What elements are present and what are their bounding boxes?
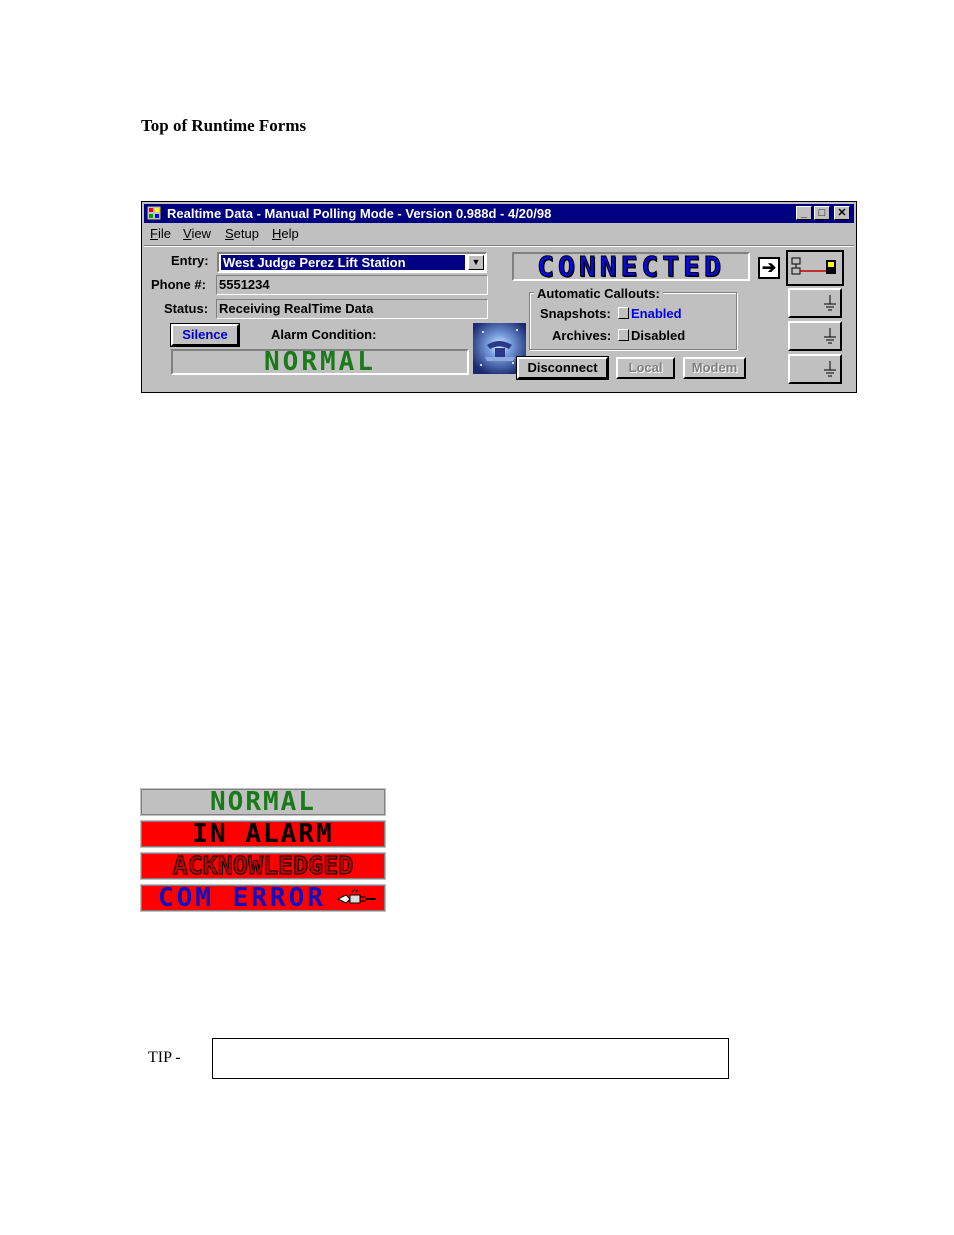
- menu-view-rest: iew: [191, 226, 211, 241]
- maximize-icon: □: [818, 207, 826, 219]
- status-field: Receiving RealTime Data: [216, 299, 488, 319]
- menu-help[interactable]: Help: [272, 226, 299, 241]
- minimize-button[interactable]: _: [796, 206, 812, 220]
- alarm-condition-display: NORMAL: [171, 349, 469, 375]
- banner-in-alarm: IN ALARM: [140, 820, 386, 848]
- menu-setup[interactable]: Setup: [225, 226, 259, 241]
- alarm-condition-label: Alarm Condition:: [271, 327, 377, 342]
- side-panel: [786, 250, 846, 390]
- archives-checkbox[interactable]: [618, 329, 629, 341]
- status-label: Status:: [164, 301, 209, 316]
- arrow-right-button[interactable]: ➔: [758, 257, 780, 279]
- document-heading: Top of Runtime Forms: [141, 116, 307, 135]
- alarm-condition-value: NORMAL: [264, 347, 376, 377]
- ground-icon: [824, 295, 836, 311]
- menu-setup-accel: S: [225, 226, 234, 241]
- modem-button[interactable]: Modem: [683, 357, 746, 379]
- snapshots-label: Snapshots:: [540, 306, 611, 321]
- menu-help-rest: elp: [281, 226, 299, 241]
- snapshots-status: Enabled: [631, 306, 682, 321]
- minimize-icon: _: [800, 207, 808, 219]
- maximize-button[interactable]: □: [814, 206, 830, 220]
- disconnect-button[interactable]: Disconnect: [516, 356, 609, 380]
- banner-normal-text: NORMAL: [210, 789, 316, 815]
- archives-status: Disabled: [631, 328, 686, 343]
- banner-com-error: COM ERROR: [140, 884, 386, 912]
- tip-label: TIP -: [148, 1049, 181, 1066]
- banner-acknowledged: ACKNOWLEDGED: [140, 852, 386, 880]
- phone-label: Phone #:: [151, 277, 206, 292]
- network-icon: [791, 257, 836, 275]
- archives-label: Archives:: [552, 328, 612, 343]
- menu-help-accel: H: [272, 226, 282, 241]
- arrow-right-icon: ➔: [761, 258, 777, 277]
- ground-icon: [824, 328, 836, 344]
- close-icon: ✕: [837, 207, 847, 219]
- tip-box: [212, 1038, 729, 1079]
- local-button[interactable]: Local: [616, 357, 675, 379]
- automatic-callouts-title: Automatic Callouts:: [534, 286, 663, 301]
- snapshots-checkbox[interactable]: [618, 307, 629, 319]
- banner-in-alarm-text: IN ALARM: [192, 821, 334, 847]
- ground-button-3[interactable]: [788, 354, 842, 384]
- banner-com-error-text: COM ERROR: [158, 885, 326, 911]
- menu-file[interactable]: File: [150, 226, 171, 241]
- banner-normal: NORMAL: [140, 788, 386, 816]
- app-icon: [147, 206, 161, 220]
- entry-label: Entry:: [171, 253, 209, 268]
- ground-button-1[interactable]: [788, 288, 842, 318]
- broken-plug-icon: [336, 889, 376, 904]
- close-button[interactable]: ✕: [834, 206, 850, 220]
- entry-selected-value: West Judge Perez Lift Station: [221, 255, 465, 270]
- connection-status-text: CONNECTED: [537, 250, 725, 283]
- chevron-down-icon: ▼: [471, 257, 481, 267]
- ground-icon: [824, 361, 836, 377]
- phone-field: 5551234: [216, 275, 488, 295]
- network-button[interactable]: [786, 250, 844, 286]
- ground-button-2[interactable]: [788, 321, 842, 351]
- title-bar[interactable]: Realtime Data - Manual Polling Mode - Ve…: [144, 204, 854, 223]
- silence-button[interactable]: Silence: [170, 323, 240, 347]
- window-title: Realtime Data - Manual Polling Mode - Ve…: [167, 206, 552, 221]
- entry-dropdown-button[interactable]: ▼: [468, 255, 484, 270]
- menu-file-rest: ile: [157, 226, 171, 241]
- menu-view[interactable]: View: [183, 226, 211, 241]
- entry-combobox[interactable]: West Judge Perez Lift Station ▼: [217, 252, 487, 273]
- menu-file-accel: F: [150, 226, 158, 241]
- banner-acknowledged-text: ACKNOWLEDGED: [172, 853, 354, 879]
- realtime-data-window: Realtime Data - Manual Polling Mode - Ve…: [141, 201, 857, 393]
- connection-status-display: CONNECTED: [512, 252, 750, 281]
- menu-separator: [144, 245, 854, 247]
- menu-setup-rest: etup: [233, 226, 259, 241]
